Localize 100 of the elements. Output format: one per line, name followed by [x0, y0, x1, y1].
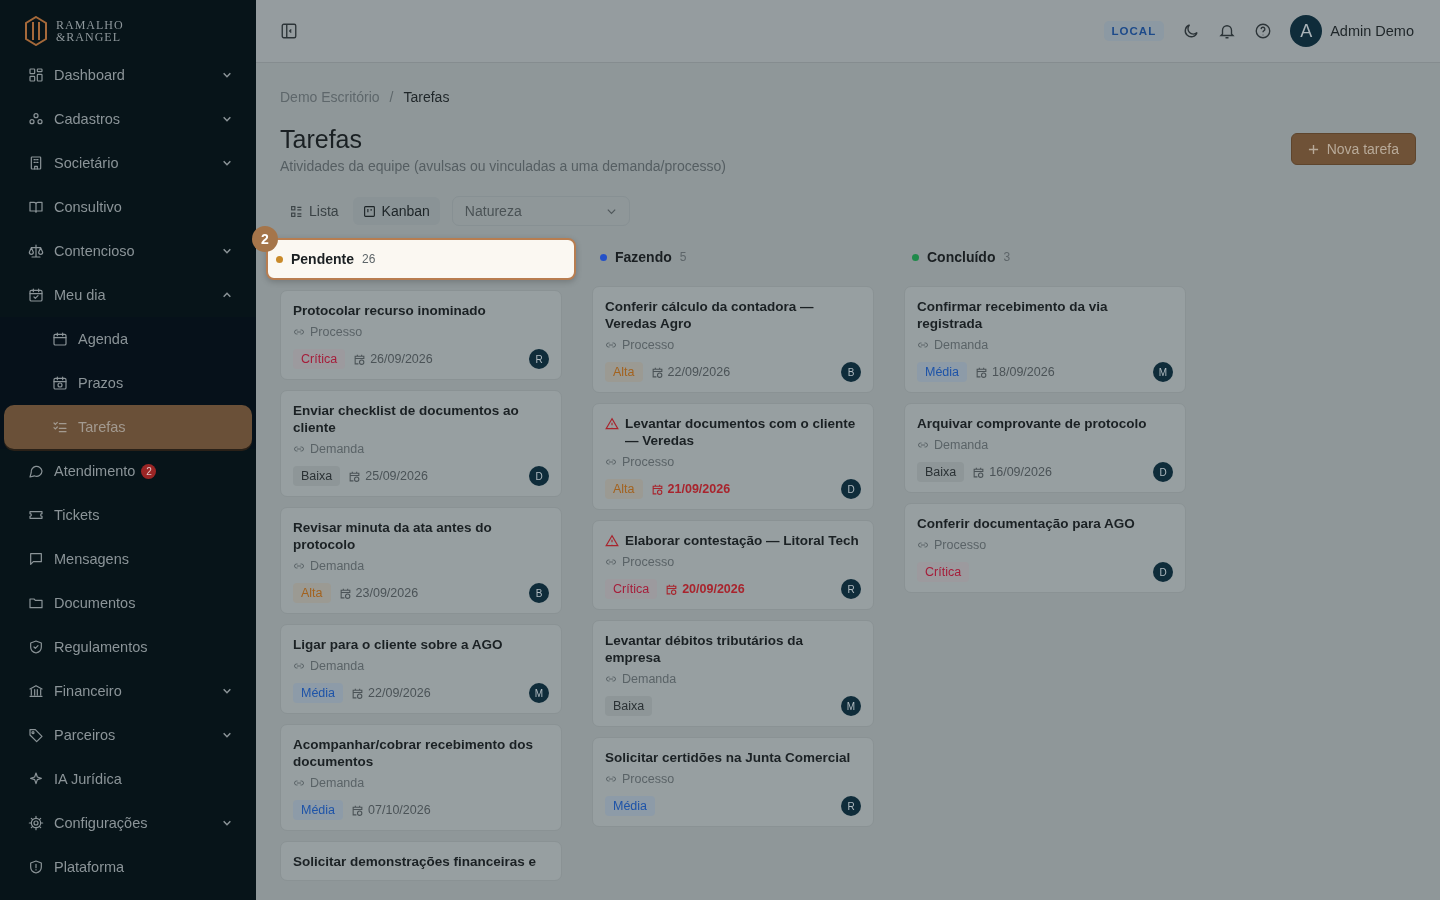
- link-icon: [917, 339, 929, 351]
- task-card[interactable]: Enviar checklist de documentos ao cliente Demanda Baixa 25/09/2026 D: [280, 390, 562, 497]
- assignee-avatar: R: [841, 579, 861, 599]
- task-title: Revisar minuta da ata antes do protocolo: [293, 519, 493, 553]
- notification-icon[interactable]: [1218, 22, 1237, 40]
- building-icon: [28, 155, 44, 171]
- task-title: Conferir documentação para AGO: [917, 515, 1135, 532]
- view-tab[interactable]: Lista: [280, 197, 349, 225]
- new-task-button[interactable]: Nova tarefa: [1290, 133, 1416, 165]
- sidebar-item[interactable]: IA Jurídica: [4, 757, 252, 801]
- task-card[interactable]: Solicitar certidões na Junta Comercial Processo Média R: [592, 737, 874, 827]
- chat-bubble-icon: [28, 463, 44, 479]
- priority-tag: Alta: [293, 583, 331, 603]
- help-icon[interactable]: [1254, 22, 1273, 40]
- task-card[interactable]: Acompanhar/cobrar recebimento dos documentos Demanda Média 07/10/2026: [280, 724, 562, 831]
- due-date: 26/09/2026: [370, 352, 433, 366]
- sidebar-item[interactable]: Cadastros: [4, 97, 252, 141]
- link-type: Demanda: [310, 659, 365, 673]
- sidebar-item[interactable]: Parceiros: [4, 713, 252, 757]
- link-type: Processo: [622, 338, 675, 352]
- column-count: 26: [362, 252, 376, 266]
- task-title: Conferir cálculo da contadora — Veredas Agro: [605, 298, 815, 332]
- view-tab[interactable]: Kanban: [352, 197, 440, 225]
- kanban-icon: [362, 204, 376, 218]
- due-date: 25/09/2026: [365, 469, 428, 483]
- page-subtitle: Atividades da equipe (avulsas ou vinculadas a uma demanda/processo): [280, 158, 726, 174]
- priority-tag: Média: [917, 362, 968, 382]
- sidebar-item[interactable]: Contencioso: [4, 229, 252, 273]
- task-card[interactable]: Solicitar demonstrações financeiras e: [280, 841, 562, 881]
- sidebar-item[interactable]: Configurações: [4, 801, 252, 845]
- sidebar-item[interactable]: Financeiro: [4, 669, 252, 713]
- due-date: 21/09/2026: [667, 482, 731, 496]
- shield-icon: [28, 859, 44, 875]
- task-title: Enviar checklist de documentos ao cliente: [293, 402, 520, 436]
- link-type: Demanda: [934, 438, 989, 452]
- column-title: Concluído: [927, 249, 996, 265]
- calendar-clock-icon: [338, 586, 352, 600]
- task-card[interactable]: Levantar débitos tributários da empresa Demanda Baixa M: [592, 620, 874, 727]
- breadcrumb-separator: /: [389, 89, 394, 105]
- task-title: Confirmar recebimento da via registrada: [917, 298, 1109, 332]
- due-date: 07/10/2026: [368, 803, 431, 817]
- sidebar-toggle-icon[interactable]: [280, 22, 298, 40]
- column-title: Pendente: [291, 251, 354, 267]
- priority-tag: Baixa: [293, 466, 341, 486]
- link-icon: [605, 673, 617, 685]
- due-date: 20/09/2026: [682, 582, 745, 596]
- sidebar-item[interactable]: Agenda: [4, 317, 252, 361]
- sidebar-item[interactable]: Consultivo: [4, 185, 252, 229]
- sidebar-item[interactable]: Societário: [4, 141, 252, 185]
- calendar-clock-icon: [351, 686, 365, 700]
- sidebar-item[interactable]: Mensagens: [4, 537, 252, 581]
- sidebar-item[interactable]: Meu dia: [4, 273, 252, 317]
- priority-tag: Crítica: [917, 562, 970, 582]
- assignee-avatar: M: [529, 683, 549, 703]
- sidebar-item[interactable]: Prazos: [4, 361, 252, 405]
- task-card[interactable]: Protocolar recurso inominado Processo Crítica 26/09/2026 R: [280, 290, 562, 380]
- brand-name: &RANGEL: [56, 31, 122, 43]
- calendar-clock-icon: [353, 352, 367, 366]
- grid-icon: [28, 67, 44, 83]
- task-card[interactable]: Ligar para o cliente sobre a AGO Demanda Média 22/09/2026 M: [280, 624, 562, 714]
- user-avatar[interactable]: A: [1290, 15, 1323, 47]
- sidebar-item[interactable]: Plataforma: [4, 845, 252, 889]
- user-name[interactable]: Admin Demo: [1330, 23, 1414, 39]
- task-card[interactable]: Confirmar recebimento da via registrada Demanda Média 18/09/2026 M: [904, 286, 1186, 393]
- sidebar-item[interactable]: Regulamentos: [4, 625, 252, 669]
- task-card[interactable]: Arquivar comprovante de protocolo Demanda Baixa 16/09/2026 D: [904, 403, 1186, 493]
- assignee-avatar: M: [841, 696, 861, 716]
- sidebar-item[interactable]: Atendimento 2: [4, 449, 252, 493]
- sidebar-item[interactable]: Documentos: [4, 581, 252, 625]
- task-card[interactable]: Revisar minuta da ata antes do protocolo Demanda Alta 23/09/2026 B: [280, 507, 562, 614]
- plus-icon: [1307, 143, 1319, 155]
- count-badge: 2: [141, 463, 157, 479]
- assignee-avatar: D: [1153, 562, 1173, 582]
- task-title: Solicitar demonstrações financeiras e: [293, 853, 537, 870]
- sidebar-item[interactable]: Dashboard: [4, 53, 252, 97]
- assignee-avatar: D: [529, 466, 549, 486]
- priority-tag: Alta: [605, 362, 643, 382]
- tour-step-badge: 2: [252, 226, 278, 252]
- bank-icon: [28, 683, 44, 699]
- task-card[interactable]: Conferir documentação para AGO Processo Crítica D: [904, 503, 1186, 593]
- assignee-avatar: D: [841, 479, 861, 499]
- calendar-clock-icon: [351, 803, 365, 817]
- priority-tag: Crítica: [293, 349, 346, 369]
- calendar-icon: [52, 331, 68, 347]
- calendar-clock-icon: [348, 469, 362, 483]
- calendar-icon: [28, 287, 44, 303]
- task-card[interactable]: Levantar documentos com o cliente — Veredas Processo Alta 21/09/2026 D: [592, 403, 874, 510]
- task-card[interactable]: Elaborar contestação — Litoral Tech Processo Crítica 20/09/2026 R: [592, 520, 874, 610]
- people-icon: [28, 111, 44, 127]
- calendar-clock-icon: [52, 375, 68, 391]
- sidebar-item[interactable]: Tickets: [4, 493, 252, 537]
- link-type: Demanda: [310, 559, 365, 573]
- link-icon: [605, 339, 617, 351]
- priority-tag: Média: [605, 796, 656, 816]
- column-title: Fazendo: [615, 249, 672, 265]
- task-card[interactable]: Conferir cálculo da contadora — Veredas Agro Processo Alta 22/09/2026 B: [592, 286, 874, 393]
- book-icon: [28, 199, 44, 215]
- link-type: Demanda: [310, 776, 365, 790]
- logo-icon: [24, 16, 48, 46]
- link-icon: [605, 456, 617, 468]
